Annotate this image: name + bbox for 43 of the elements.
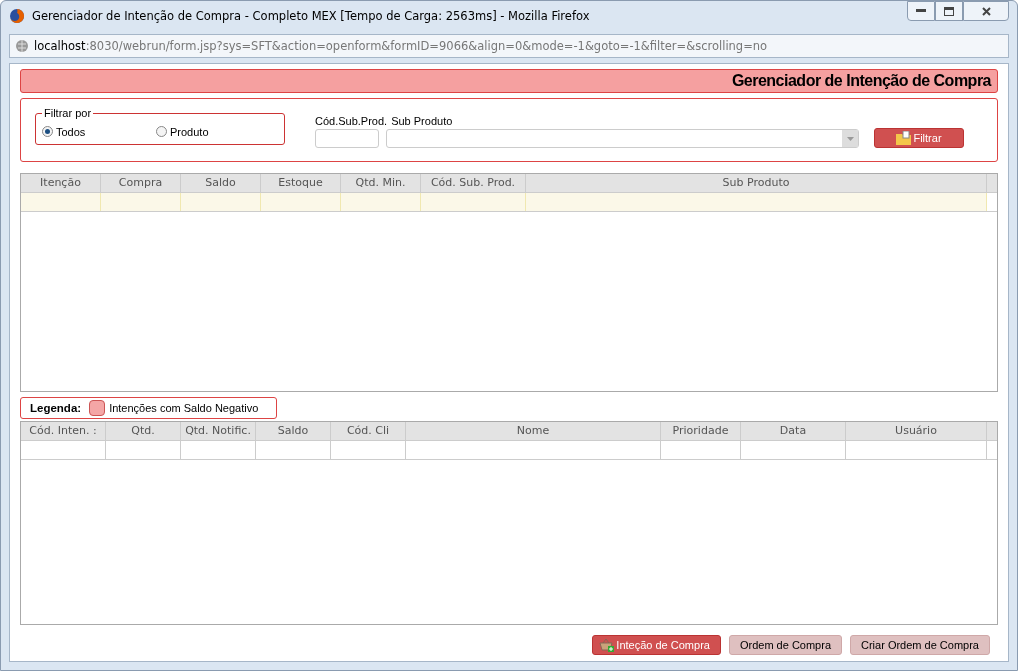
code-input-field[interactable] [315,129,379,148]
folder-icon [896,131,913,145]
address-bar[interactable]: localhost:8030/webrun/form.jsp?sys=SFT&action=openform&formID=9066&align=0&mode=-1&goto=-1&filter=&scrolling=no [9,34,1009,58]
column-header[interactable]: Saldo [181,174,261,192]
filter-button[interactable]: Filtrar [874,128,964,148]
column-header[interactable]: Itenção [21,174,101,192]
column-header[interactable]: Cód. Cli [331,422,406,440]
close-icon [981,6,991,16]
globe-icon [15,39,29,53]
filter-legend: Filtrar por [42,107,94,119]
maximize-icon [944,6,954,16]
legend-title: Legenda: [30,402,82,414]
radio-button[interactable] [42,126,53,137]
action-button[interactable]: Criar Ordem de Compra [850,635,990,655]
field-label: Cód.Sub.Prod. [315,115,388,127]
maximize-button[interactable] [935,1,963,21]
column-header[interactable]: Data [741,422,846,440]
action-button[interactable]: Ordem de Compra [728,635,842,655]
radio-label: Todos [56,125,86,138]
url-path: :8030/webrun/form.jsp?sys=SFT&action=openform&formID=9066&align=0&mode=-1&goto=-1&filter=&scrolling=no [85,39,768,53]
legend-label: Intenções com Saldo Negativo [109,402,259,414]
window-title: Gerenciador de Intenção de Compra - Completo MEX [Tempo de Carga: 2563ms] - Mozilla Firefox [32,9,590,23]
column-header[interactable]: Compra [101,174,181,192]
column-header[interactable]: Saldo [256,422,331,440]
column-header[interactable]: Qtd. Notific. [181,422,256,440]
radio-label: Produto [170,125,209,138]
caret-icon [846,136,854,141]
column-header[interactable]: Qtd. Min. [341,174,421,192]
basket-icon [599,638,616,652]
column-header[interactable]: Prioridade [661,422,741,440]
minimize-icon [916,9,926,13]
radio-button[interactable] [156,126,167,137]
column-header[interactable]: Qtd. [106,422,181,440]
column-header[interactable]: Estoque [261,174,341,192]
minimize-button[interactable] [907,1,935,21]
column-header[interactable]: Cód. Sub. Prod. [421,174,526,192]
column-header[interactable]: Cód. Inten. : [21,422,106,440]
url-host: localhost [34,39,86,53]
column-header[interactable]: Nome [406,422,661,440]
page-title: Gerenciador de Intenção de Compra [731,72,991,90]
action-button[interactable]: Inteção de Compra [592,635,721,655]
close-button[interactable] [963,1,1009,21]
field-label: Sub Produto [391,115,453,127]
